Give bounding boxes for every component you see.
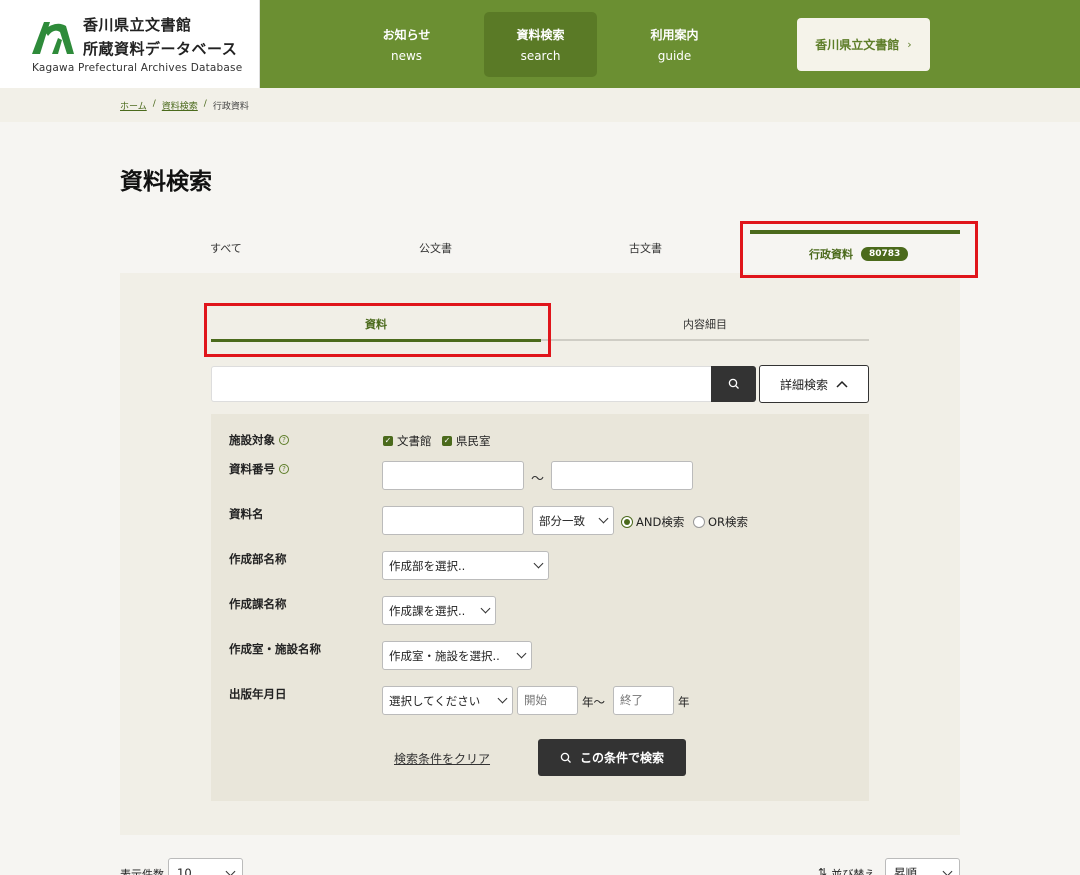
radio-unselected-icon: [693, 516, 705, 528]
breadcrumb-home[interactable]: ホーム: [120, 99, 147, 112]
tab-public-documents[interactable]: 公文書: [419, 240, 452, 264]
search-icon: [728, 378, 739, 389]
search-with-conditions-label: この条件で検索: [579, 751, 664, 765]
nav-news-label: お知らせ: [382, 28, 431, 42]
checkbox-checked-icon: ✓: [383, 436, 393, 446]
breadcrumb-separator: /: [203, 99, 207, 109]
dept-select-value: 作成部を選択..: [389, 558, 466, 573]
tab-all[interactable]: すべて: [210, 240, 242, 264]
archive-site-label: 香川県立文書館: [815, 38, 900, 52]
section-select-value: 作成課を選択..: [389, 603, 466, 618]
facility-option-label: 文書館: [397, 434, 432, 448]
chevron-right-icon: ›: [907, 38, 912, 51]
keyword-search-input[interactable]: [211, 366, 711, 402]
nav-search-label: 資料検索: [516, 28, 565, 42]
chevron-down-icon: [225, 866, 236, 875]
clear-conditions-link[interactable]: 検索条件をクリア: [394, 750, 490, 767]
chevron-down-icon: [497, 693, 508, 704]
match-type-select[interactable]: 部分一致: [532, 506, 614, 535]
match-type-value: 部分一致: [539, 513, 585, 528]
search-with-conditions-button[interactable]: この条件で検索: [538, 739, 686, 776]
checkbox-checked-icon: ✓: [442, 436, 452, 446]
nav-news[interactable]: お知らせ news: [350, 12, 463, 77]
name-input[interactable]: [382, 506, 524, 535]
subtab-contents[interactable]: 内容細目: [683, 316, 727, 332]
help-icon[interactable]: ?: [279, 435, 289, 445]
tab-old-documents[interactable]: 古文書: [629, 240, 662, 264]
per-page-value: 10: [177, 866, 192, 875]
office-select-value: 作成室・施設を選択..: [389, 648, 500, 663]
archive-site-button[interactable]: 香川県立文書館 ›: [797, 18, 930, 71]
year-tilde-label: 年〜: [582, 695, 605, 709]
office-label: 作成室・施設名称: [229, 642, 321, 656]
year-end-input[interactable]: [613, 686, 674, 715]
chevron-down-icon: [480, 603, 491, 614]
highlight-box: [740, 221, 978, 278]
nav-search-en: search: [520, 49, 561, 63]
facility-label: 施設対象 ?: [229, 432, 289, 448]
name-label: 資料名: [229, 507, 264, 521]
breadcrumb: ホーム / 資料検索 / 行政資料: [120, 99, 249, 112]
sort-value: 昇順: [894, 866, 917, 875]
dept-label: 作成部名称: [229, 552, 287, 566]
number-label-text: 資料番号: [229, 462, 275, 476]
search-icon: [560, 752, 571, 763]
year-label: 年: [678, 695, 690, 709]
facility-label-text: 施設対象: [229, 433, 275, 447]
site-header: 香川県立文書館 所蔵資料データベース Kagawa Prefectural Ar…: [0, 0, 1080, 88]
chevron-down-icon: [533, 558, 544, 569]
sort-select[interactable]: 昇順: [885, 858, 960, 875]
radio-selected-icon: [621, 516, 633, 528]
facility-option-citizens-room[interactable]: ✓ 県民室: [442, 433, 491, 449]
page-title: 資料検索: [120, 169, 212, 195]
nav-news-en: news: [390, 49, 423, 63]
or-search-radio[interactable]: OR検索: [693, 514, 748, 530]
highlight-box: [204, 303, 551, 357]
number-label: 資料番号 ?: [229, 461, 289, 477]
number-from-input[interactable]: [382, 461, 524, 490]
date-type-value: 選択してください: [389, 693, 481, 708]
sort-label-text: 並び替え: [831, 868, 876, 875]
chevron-down-icon: [942, 866, 953, 875]
facility-option-archives[interactable]: ✓ 文書館: [383, 433, 432, 449]
help-icon[interactable]: ?: [279, 464, 289, 474]
sort-arrows-icon: ⇅: [818, 866, 828, 875]
breadcrumb-search[interactable]: 資料検索: [162, 99, 198, 112]
dept-select[interactable]: 作成部を選択..: [382, 551, 549, 580]
date-type-select[interactable]: 選択してください: [382, 686, 513, 715]
logo-english-title: Kagawa Prefectural Archives Database: [32, 62, 243, 74]
detailed-search-toggle[interactable]: 詳細検索: [759, 365, 869, 403]
detailed-search-label: 詳細検索: [779, 377, 828, 392]
sort-label: ⇅ 並び替え: [818, 866, 875, 875]
chevron-down-icon: [516, 648, 527, 659]
and-search-radio[interactable]: AND検索: [621, 514, 684, 530]
breadcrumb-current: 行政資料: [212, 102, 249, 112]
logo-title-line2: 所蔵資料データベース: [83, 40, 238, 58]
section-label: 作成課名称: [229, 597, 287, 611]
or-search-label: OR検索: [708, 515, 749, 529]
facility-option-label: 県民室: [456, 434, 491, 448]
logo-title-line1: 香川県立文書館: [83, 16, 192, 34]
breadcrumb-separator: /: [152, 99, 156, 109]
chevron-down-icon: [598, 513, 609, 524]
range-tilde: 〜: [531, 472, 545, 487]
nav-guide-label: 利用案内: [650, 28, 699, 42]
date-label: 出版年月日: [229, 687, 287, 701]
year-start-input[interactable]: [517, 686, 578, 715]
and-search-label: AND検索: [636, 515, 685, 529]
logo-mark-icon: [32, 22, 74, 54]
nav-search[interactable]: 資料検索 search: [484, 12, 597, 77]
section-select[interactable]: 作成課を選択..: [382, 596, 496, 625]
site-logo[interactable]: 香川県立文書館 所蔵資料データベース Kagawa Prefectural Ar…: [0, 0, 260, 88]
office-select[interactable]: 作成室・施設を選択..: [382, 641, 532, 670]
per-page-select[interactable]: 10: [168, 858, 243, 875]
search-button[interactable]: [711, 366, 756, 402]
nav-guide[interactable]: 利用案内 guide: [618, 12, 731, 77]
per-page-label: 表示件数: [120, 868, 164, 875]
nav-guide-en: guide: [657, 49, 692, 63]
subtab-divider: [541, 339, 869, 341]
number-to-input[interactable]: [551, 461, 693, 490]
chevron-up-icon: [836, 380, 848, 388]
